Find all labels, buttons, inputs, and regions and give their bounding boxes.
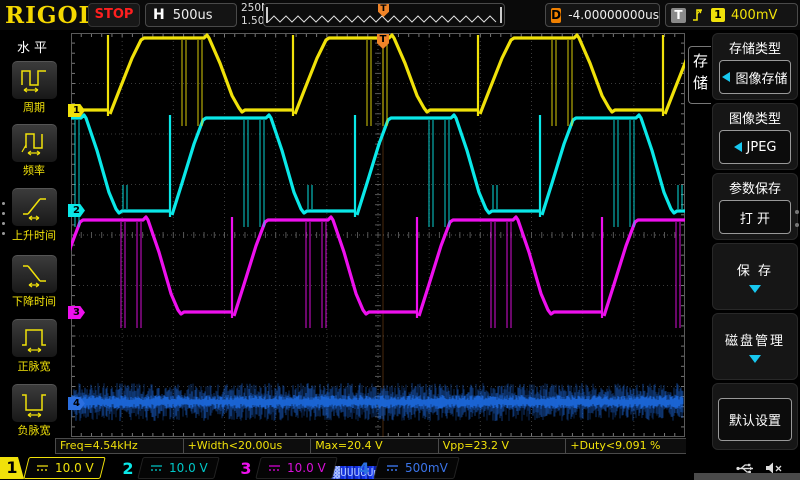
ch3-scale: 10.0 V [287, 461, 326, 475]
dc-coupling-icon [35, 463, 50, 473]
measurement-freq: Freq=4.54kHz [55, 438, 184, 454]
left-menu-title: 水平 [0, 37, 68, 56]
softkey-param-save[interactable]: 参数保存 打 开 [712, 173, 798, 240]
select-left-arrow-icon [722, 72, 730, 82]
softkey-default-setup[interactable]: 默认设置 [712, 383, 798, 450]
horizontal-timebase-box[interactable]: H 500us [145, 3, 237, 27]
trigger-source-chip: 1 [711, 8, 725, 22]
measurement-vpp: Vpp=23.2 V [438, 438, 567, 454]
image-type-value: JPEG [747, 140, 777, 155]
ch4-number: 4 [354, 459, 374, 478]
delay-readout-box: D -4.00000000us [545, 3, 660, 27]
rise-time-icon [19, 192, 51, 222]
disk-manage-label: 磁盘管理 [713, 330, 797, 349]
ch1-scale: 10.0 V [55, 461, 94, 475]
dc-coupling-icon [149, 463, 164, 473]
default-setup-button: 默认设置 [718, 398, 792, 441]
ch4-status[interactable]: 4 500mV [354, 456, 472, 480]
positive-width-label: 正脉宽 [0, 358, 68, 374]
measurement-duty: +Duty<9.091 % [565, 438, 694, 454]
ch2-scale: 10.0 V [169, 461, 208, 475]
fall-time-measure-button[interactable] [11, 254, 58, 294]
frequency-measure-button[interactable] [11, 123, 58, 163]
bottom-divider [694, 473, 800, 480]
param-save-value: 打 开 [740, 208, 770, 227]
left-measure-sidebar: 水平 周期 频率 上升时间 [0, 30, 68, 456]
menu-scroll-dots [795, 210, 799, 227]
ch1-number: 1 [0, 457, 24, 479]
rising-edge-icon [692, 7, 705, 23]
ch1-status[interactable]: 1 10.0 V [0, 456, 118, 480]
period-label: 周期 [0, 99, 68, 115]
save-label: 保 存 [713, 260, 797, 279]
rise-time-label: 上升时间 [0, 227, 68, 243]
frequency-icon [19, 128, 51, 158]
horizontal-label: H [153, 7, 165, 23]
trigger-readout-box[interactable]: T 1 400mV [665, 3, 798, 27]
oscilloscope-screen: RIGOL STOP H 500us 250MSa/s 1.50M pts T … [0, 0, 800, 480]
ch2-status[interactable]: 2 10.0 V [118, 456, 236, 480]
storage-type-label: 存储类型 [713, 38, 797, 57]
softkey-save[interactable]: 保 存 [712, 243, 798, 310]
dc-coupling-icon [385, 463, 400, 473]
dropdown-arrow-icon [749, 355, 761, 363]
storage-type-value: 图像存储 [735, 68, 787, 87]
trigger-label: T [671, 8, 686, 23]
param-save-label: 参数保存 [713, 178, 797, 197]
image-type-label: 图像类型 [713, 108, 797, 127]
fall-time-label: 下降时间 [0, 293, 68, 309]
menu-page-dots [2, 202, 5, 235]
measurement-results-bar: Freq=4.54kHz +Width<20.00us Max=20.4 V V… [56, 438, 694, 454]
positive-width-icon [19, 323, 51, 353]
rise-time-measure-button[interactable] [11, 187, 58, 227]
ch4-scale: 500mV [405, 461, 448, 475]
dc-coupling-icon [267, 463, 282, 473]
fall-time-icon [19, 259, 51, 289]
ch2-number: 2 [118, 459, 138, 478]
run-state-badge[interactable]: STOP [88, 3, 140, 27]
positive-width-measure-button[interactable] [11, 318, 58, 358]
waveform-memory-bar[interactable]: T [263, 3, 505, 27]
delay-value: -4.00000000us [568, 8, 659, 22]
negative-width-icon [19, 388, 51, 418]
period-measure-button[interactable] [11, 60, 58, 100]
top-status-bar: RIGOL STOP H 500us 250MSa/s 1.50M pts T … [0, 0, 800, 30]
channel-status-bar: 1 10.0 V 2 10.0 V 3 [0, 456, 694, 480]
rigol-logo: RIGOL [5, 2, 96, 29]
waveform-display [71, 33, 685, 437]
softkey-disk-manage[interactable]: 磁盘管理 [712, 313, 798, 380]
period-icon [19, 65, 51, 95]
storage-tab: 存储 [688, 46, 711, 104]
softkey-image-type[interactable]: 图像类型 JPEG [712, 103, 798, 170]
trigger-level-value: 400mV [731, 8, 777, 23]
delay-icon: D [551, 8, 561, 23]
ch3-status[interactable]: 3 10.0 V [236, 456, 354, 480]
ch3-number: 3 [236, 459, 256, 478]
negative-width-label: 负脉宽 [0, 422, 68, 438]
softkey-storage-type[interactable]: 存储类型 图像存储 [712, 33, 798, 100]
measurement-pwidth: +Width<20.00us [183, 438, 312, 454]
measurement-max: Max=20.4 V [310, 438, 439, 454]
storage-menu: 存储类型 图像存储 图像类型 JPEG 参数保存 打 开 [712, 33, 798, 453]
frequency-label: 频率 [0, 162, 68, 178]
select-left-arrow-icon [734, 142, 742, 152]
storage-menu-sidebar: 存储 存储类型 图像存储 图像类型 JPEG 参数保存 打 开 [686, 30, 800, 456]
dropdown-arrow-icon [749, 285, 761, 293]
timebase-value: 500us [173, 8, 213, 23]
negative-width-measure-button[interactable] [11, 383, 58, 423]
